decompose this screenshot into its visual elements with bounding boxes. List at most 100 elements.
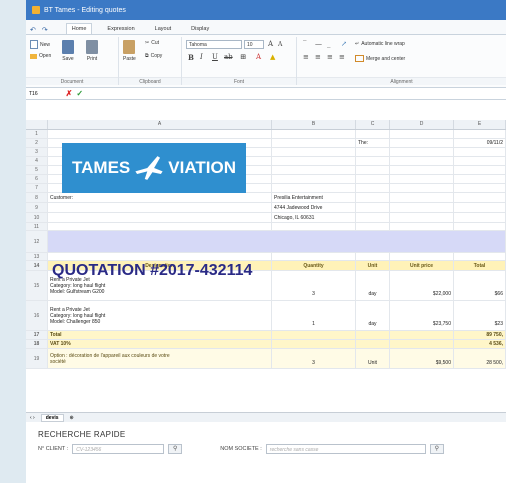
italic-icon[interactable]: I: [200, 53, 203, 61]
header-total[interactable]: Total: [454, 261, 506, 270]
cancel-edit-icon[interactable]: ✗: [66, 89, 73, 98]
option-quantity[interactable]: 3: [272, 349, 356, 368]
item-total[interactable]: $23: [454, 301, 506, 330]
client-search-button[interactable]: ⚲: [168, 444, 183, 454]
tab-display[interactable]: Display: [186, 24, 214, 34]
option-designation[interactable]: Option : décoration de l'appareil aux co…: [48, 349, 272, 368]
corner-cell[interactable]: [26, 120, 48, 129]
vat-label[interactable]: VAT 10%: [48, 340, 272, 348]
column-header-e[interactable]: E: [454, 120, 506, 129]
font-color-icon[interactable]: A: [256, 53, 261, 61]
option-unit[interactable]: Unit: [356, 349, 390, 368]
item-quantity[interactable]: 1: [272, 301, 356, 330]
customer-address-line2[interactable]: Chicago, IL 60631: [272, 213, 356, 222]
row-number[interactable]: 1: [26, 130, 48, 138]
row-number[interactable]: 16: [26, 301, 48, 330]
align-top-icon[interactable]: ‾: [303, 40, 307, 48]
undo-icon[interactable]: ↶: [30, 26, 36, 34]
row-number[interactable]: 10: [26, 213, 48, 222]
row-number[interactable]: 9: [26, 203, 48, 212]
row-number[interactable]: 7: [26, 184, 48, 192]
date-value[interactable]: 09/11/2: [454, 139, 506, 147]
item-unit[interactable]: day: [356, 271, 390, 300]
underline-icon[interactable]: U: [212, 53, 218, 61]
row-number[interactable]: 2: [26, 139, 48, 147]
shrink-font-icon[interactable]: A: [278, 41, 282, 48]
total-value[interactable]: 89 750,: [454, 331, 506, 339]
sheet-nav-icon[interactable]: ‹ ›: [30, 415, 35, 421]
vat-value[interactable]: 4 536,: [454, 340, 506, 348]
quotation-title[interactable]: QUOTATION #2017-432114: [52, 262, 252, 280]
company-name-input[interactable]: recherche sans casse: [265, 444, 426, 454]
customer-address-line1[interactable]: 4744 Jadewood Drive: [272, 203, 356, 212]
font-name-select[interactable]: Tahoma: [186, 40, 242, 49]
row-number[interactable]: 3: [26, 148, 48, 156]
item-quantity[interactable]: 3: [272, 271, 356, 300]
sheet-tab-devis[interactable]: devis: [40, 413, 64, 422]
company-search-button[interactable]: ⚲: [429, 444, 444, 454]
customer-label[interactable]: Customer:: [48, 193, 272, 202]
row-number[interactable]: 18: [26, 340, 48, 348]
wrap-text-button[interactable]: ↵ Automatic line wrap: [355, 41, 405, 47]
row-number[interactable]: 15: [26, 271, 48, 300]
option-unit-price[interactable]: $9,500: [390, 349, 454, 368]
font-size-select[interactable]: 10: [244, 40, 264, 49]
orientation-icon[interactable]: ↗: [341, 40, 347, 48]
tab-home[interactable]: Home: [65, 23, 93, 34]
item-unit-price[interactable]: $23,750: [390, 301, 454, 330]
column-header-a[interactable]: A: [48, 120, 272, 129]
item-total[interactable]: $66: [454, 271, 506, 300]
row-number[interactable]: 14: [26, 261, 48, 270]
cut-button[interactable]: ✂ Cut: [145, 40, 159, 46]
print-button[interactable]: Print: [86, 40, 98, 62]
column-header-b[interactable]: B: [272, 120, 356, 129]
confirm-edit-icon[interactable]: ✓: [76, 89, 83, 98]
title-bar: BT Tames - Editing quotes: [26, 0, 506, 20]
align-bottom-icon[interactable]: _: [327, 40, 331, 48]
row-number[interactable]: 8: [26, 193, 48, 202]
justify-icon[interactable]: ≡: [339, 53, 345, 61]
redo-icon[interactable]: ↷: [42, 26, 48, 34]
align-center-icon[interactable]: ≡: [315, 53, 321, 61]
header-unit-price[interactable]: Unit price: [390, 261, 454, 270]
row-number[interactable]: 11: [26, 223, 48, 230]
strikethrough-icon[interactable]: ab: [224, 53, 233, 61]
row-number[interactable]: 13: [26, 253, 48, 260]
align-middle-icon[interactable]: —: [315, 40, 322, 48]
paste-button[interactable]: Paste: [123, 40, 136, 62]
row-number[interactable]: 5: [26, 166, 48, 174]
column-header-d[interactable]: D: [390, 120, 454, 129]
open-button[interactable]: Open: [30, 53, 51, 59]
column-header-c[interactable]: C: [356, 120, 390, 129]
borders-icon[interactable]: ⊞: [240, 53, 246, 61]
cell-reference[interactable]: T16: [29, 91, 38, 97]
item-designation[interactable]: Rent a Private Jet Category: long haul f…: [48, 301, 272, 330]
total-label[interactable]: Total: [48, 331, 272, 339]
row-number[interactable]: 12: [26, 231, 48, 252]
new-button[interactable]: New: [30, 40, 50, 49]
row-number[interactable]: 19: [26, 349, 48, 368]
option-total[interactable]: 28 500,: [454, 349, 506, 368]
header-quantity[interactable]: Quantity: [272, 261, 356, 270]
tab-expression[interactable]: Expression: [102, 24, 139, 34]
tab-layout[interactable]: Layout: [150, 24, 177, 34]
fill-color-icon[interactable]: ▲: [270, 53, 275, 61]
align-right-icon[interactable]: ≡: [327, 53, 333, 61]
customer-name[interactable]: Presilia Entertainment: [272, 193, 356, 202]
item-unit[interactable]: day: [356, 301, 390, 330]
bold-icon[interactable]: B: [188, 53, 194, 62]
merge-center-button[interactable]: Merge and center: [355, 55, 405, 62]
row-number[interactable]: 17: [26, 331, 48, 339]
grow-font-icon[interactable]: A: [268, 40, 273, 48]
formula-bar: T16 ✗ ✓: [26, 88, 506, 100]
row-number[interactable]: 4: [26, 157, 48, 165]
item-unit-price[interactable]: $22,000: [390, 271, 454, 300]
row-number[interactable]: 6: [26, 175, 48, 183]
client-number-input[interactable]: CV-123456: [72, 444, 165, 454]
copy-button[interactable]: ⧉ Copy: [145, 53, 162, 59]
align-left-icon[interactable]: ≡: [303, 53, 309, 61]
add-sheet-icon[interactable]: ⊕: [70, 415, 74, 421]
date-label[interactable]: The:: [356, 139, 390, 147]
save-button[interactable]: Save: [62, 40, 74, 62]
header-unit[interactable]: Unit: [356, 261, 390, 270]
